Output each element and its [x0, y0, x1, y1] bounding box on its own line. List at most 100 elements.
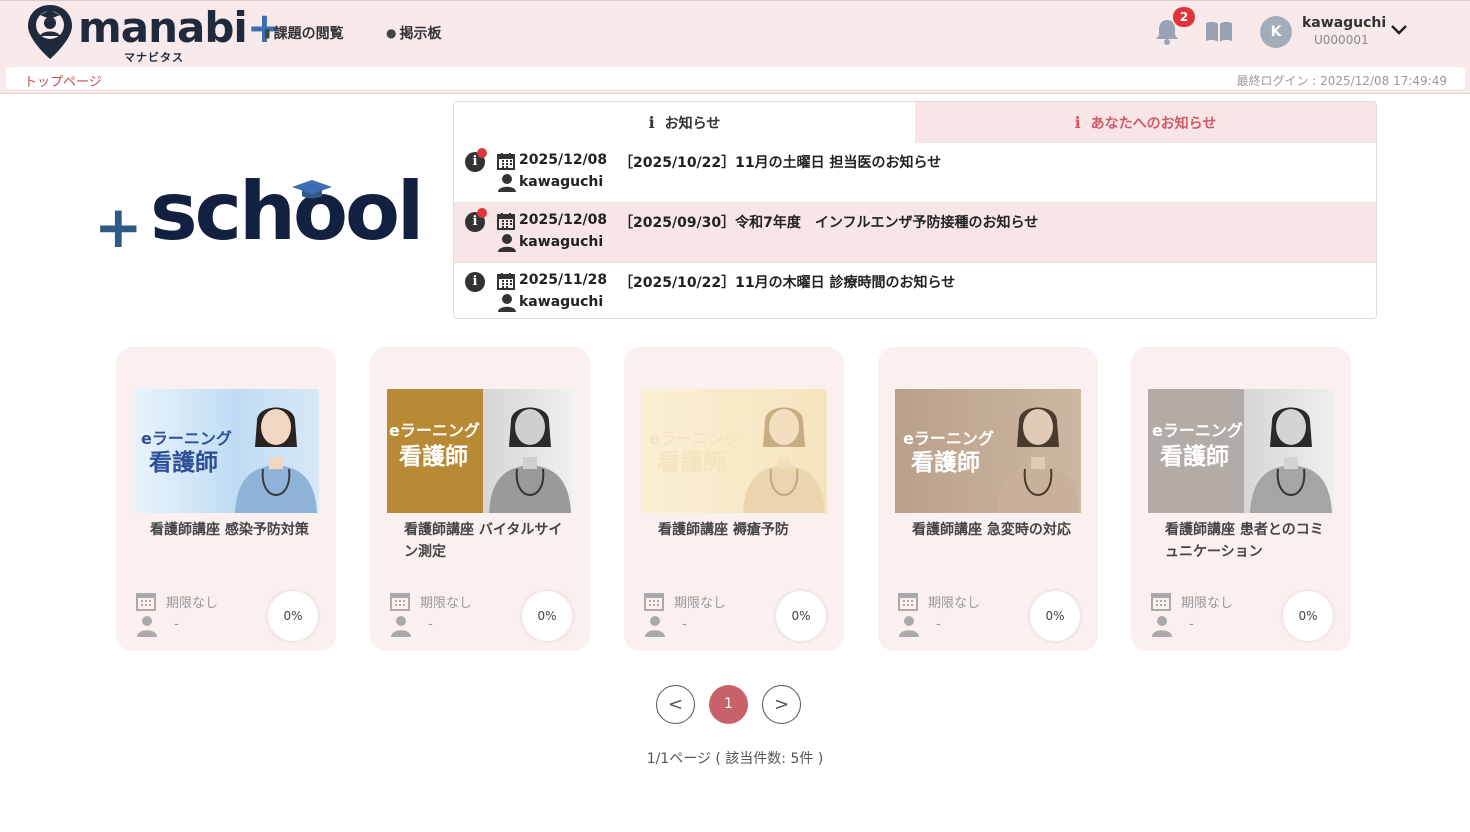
course-card[interactable]: eラーニング 看護師 看護師講座 褥瘡予防 期限なし - 0% — [624, 347, 844, 651]
notice-tabs: i お知らせ i あなたへのお知らせ — [454, 102, 1376, 143]
notice-title: ［2025/10/22］11月の木曜日 診療時間のお知らせ — [619, 275, 956, 291]
thumbnail-label-nurse: 看護師 — [149, 450, 218, 476]
graduation-cap-icon — [292, 180, 332, 199]
notice-title: ［2025/09/30］令和7年度 インフルエンザ予防接種のお知らせ — [619, 215, 1039, 231]
pagination-next-button[interactable]: > — [762, 685, 801, 724]
nurse-image — [743, 407, 825, 513]
course-card[interactable]: eラーニング 看護師 看護師講座 感染予防対策 期限なし - 0% — [116, 347, 336, 651]
breadcrumb-bar: トップページ 最終ログイン : 2025/12/08 17:49:49 — [0, 64, 1470, 94]
calendar-icon — [497, 153, 515, 170]
nav-assignments-label: 課題の閲覧 — [273, 26, 344, 42]
nurse-image — [489, 407, 571, 513]
info-circle-icon: i — [465, 272, 485, 292]
notice-date: 2025/12/08 — [519, 212, 608, 228]
tab-your-notices[interactable]: i あなたへのお知らせ — [915, 102, 1376, 143]
user-name: kawaguchi — [1302, 15, 1387, 31]
calendar-icon — [390, 593, 410, 611]
notice-row[interactable]: i 2025/12/08 ［2025/09/30］令和7年度 インフルエンザ予防… — [454, 203, 1376, 263]
school-logo: + school — [94, 165, 424, 261]
notice-date: 2025/12/08 — [519, 152, 608, 168]
school-logo-plus: + — [94, 193, 143, 261]
course-due: 期限なし — [928, 596, 981, 611]
user-avatar[interactable]: K — [1260, 16, 1292, 48]
info-icon: i — [648, 113, 655, 132]
calendar-icon — [497, 273, 515, 290]
notice-date: 2025/11/28 — [519, 272, 608, 288]
course-title: 看護師講座 急変時の対応 — [912, 522, 1071, 538]
course-due: 期限なし — [420, 596, 473, 611]
tab-your-notices-label: あなたへのお知らせ — [1090, 115, 1217, 132]
thumbnail-label-nurse: 看護師 — [399, 444, 468, 470]
notice-author: kawaguchi — [519, 294, 604, 310]
pagination-prev-button[interactable]: < — [656, 685, 695, 724]
notice-author: kawaguchi — [519, 174, 604, 190]
course-title: 看護師講座 バイタルサイン測定 — [404, 522, 563, 560]
calendar-icon — [898, 593, 918, 611]
notice-row[interactable]: i 2025/11/28 ［2025/10/22］11月の木曜日 診療時間のお知… — [454, 263, 1376, 318]
course-title: 看護師講座 褥瘡予防 — [658, 522, 789, 538]
notice-author: kawaguchi — [519, 234, 604, 250]
tab-all-notices-label: お知らせ — [664, 115, 721, 132]
course-card[interactable]: eラーニング 看護師 看護師講座 急変時の対応 期限なし - 0% — [878, 347, 1098, 651]
nurse-image — [1250, 407, 1332, 513]
logo-wordmark: manabi+ — [78, 3, 282, 52]
calendar-icon — [644, 593, 664, 611]
logo-subtitle: マナビタス — [124, 51, 184, 64]
course-progress: 0% — [522, 591, 572, 641]
thumbnail-label-nurse: 看護師 — [657, 450, 726, 476]
tab-all-notices[interactable]: i お知らせ — [454, 102, 915, 143]
user-icon — [498, 234, 516, 252]
course-due: 期限なし — [674, 596, 727, 611]
user-icon — [899, 616, 919, 637]
course-title: 看護師講座 患者とのコミュニケーション — [1165, 522, 1324, 560]
course-card[interactable]: eラーニング 看護師 看護師講座 患者とのコミュニケーション 期限なし - 0% — [1131, 347, 1351, 651]
course-card[interactable]: eラーニング 看護師 看護師講座 バイタルサイン測定 期限なし - 0% — [370, 347, 590, 651]
course-thumbnail: eラーニング 看護師 — [895, 389, 1081, 513]
course-assignee: - — [1189, 617, 1194, 632]
thumbnail-label-nurse: 看護師 — [911, 450, 980, 476]
book-icon[interactable] — [1205, 20, 1233, 44]
user-icon — [1152, 616, 1172, 637]
pagination-info: 1/1ページ ( 該当件数: 5件 ) — [646, 751, 824, 767]
nav-assignments[interactable]: ▮ 課題の閲覧 — [264, 23, 344, 43]
nurse-image — [235, 407, 317, 513]
course-due: 期限なし — [1181, 596, 1234, 611]
course-progress: 0% — [268, 591, 318, 641]
course-due: 期限なし — [166, 596, 219, 611]
breadcrumb-top-page[interactable]: トップページ — [24, 71, 102, 90]
last-login: 最終ログイン : 2025/12/08 17:49:49 — [1236, 74, 1447, 88]
notification-count-badge: 2 — [1173, 7, 1195, 27]
location-pin-logo-icon — [28, 5, 72, 59]
chat-bubble-icon: ● — [386, 26, 397, 40]
notice-panel: i お知らせ i あなたへのお知らせ i 2025/12/08 ［2025/10… — [453, 101, 1377, 319]
user-icon — [498, 294, 516, 312]
course-thumbnail: eラーニング 看護師 — [133, 389, 319, 513]
calendar-icon — [497, 213, 515, 230]
nav-bulletin-board[interactable]: ● 掲示板 — [386, 23, 441, 43]
nurse-image — [997, 407, 1079, 513]
user-icon — [391, 616, 411, 637]
thumbnail-label-nurse: 看護師 — [1160, 444, 1229, 470]
course-assignee: - — [936, 617, 941, 632]
manabi-logo[interactable]: manabi+ マナビタス — [26, 3, 282, 65]
course-assignee: - — [174, 617, 179, 632]
course-thumbnail: eラーニング 看護師 — [387, 389, 573, 513]
top-header: manabi+ マナビタス ▮ 課題の閲覧 ● 掲示板 2 K kawaguch… — [0, 0, 1470, 64]
chevron-down-icon[interactable] — [1389, 23, 1409, 37]
course-thumbnail: eラーニング 看護師 — [641, 389, 827, 513]
pagination-page-1[interactable]: 1 — [709, 685, 748, 724]
notice-title: ［2025/10/22］11月の土曜日 担当医のお知らせ — [619, 155, 942, 171]
user-icon — [137, 616, 157, 637]
course-progress: 0% — [1030, 591, 1080, 641]
course-thumbnail: eラーニング 看護師 — [1148, 389, 1334, 513]
unread-dot — [477, 208, 487, 218]
user-icon — [645, 616, 665, 637]
course-title: 看護師講座 感染予防対策 — [150, 522, 309, 538]
school-logo-word: school — [150, 165, 424, 258]
notice-row[interactable]: i 2025/12/08 ［2025/10/22］11月の土曜日 担当医のお知ら… — [454, 143, 1376, 203]
calendar-icon — [136, 593, 156, 611]
document-icon: ▮ — [264, 26, 271, 40]
unread-dot — [477, 148, 487, 158]
course-progress: 0% — [776, 591, 826, 641]
calendar-icon — [1151, 593, 1171, 611]
